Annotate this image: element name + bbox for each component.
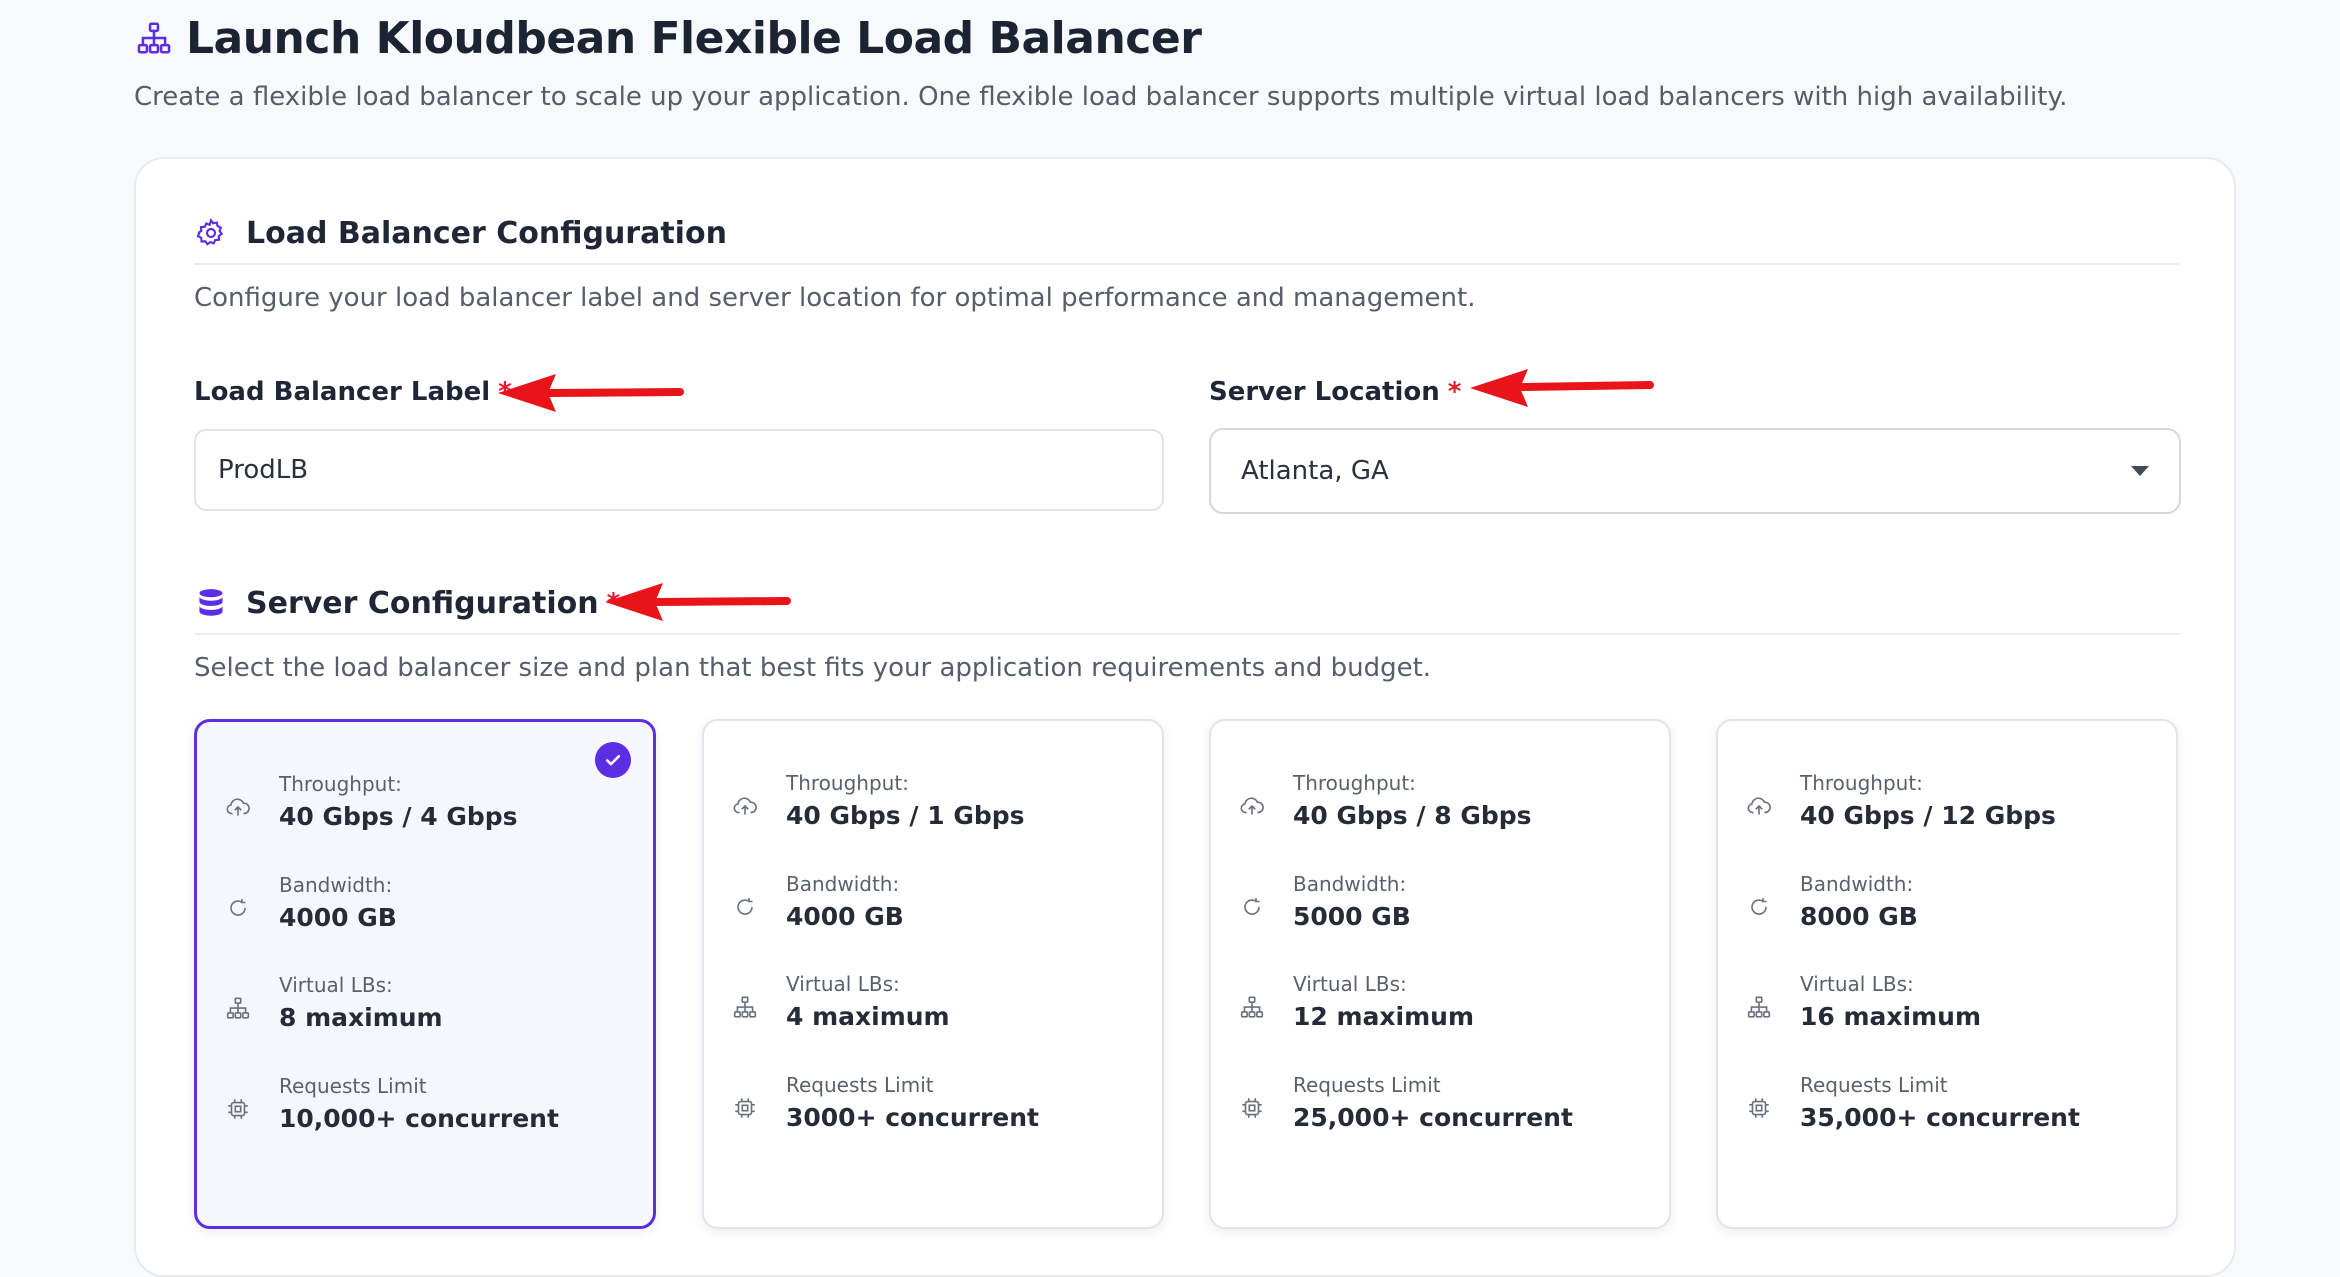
requests-limit-label: Requests Limit xyxy=(1293,1073,1441,1097)
bandwidth-label: Bandwidth: xyxy=(1800,872,1914,896)
plan-options: Throughput: 40 Gbps / 4 Gbps Bandwidth: … xyxy=(194,719,2184,1239)
bandwidth-value: 8000 GB xyxy=(1800,902,1918,931)
virtual-lbs-spec: Virtual LBs: 8 maximum xyxy=(197,973,653,1053)
server-location-field-label: Server Location * xyxy=(1209,377,1461,407)
plan-card[interactable]: Throughput: 40 Gbps / 1 Gbps Bandwidth: … xyxy=(702,719,1164,1229)
chevron-down-icon xyxy=(2131,466,2149,476)
network-icon xyxy=(732,994,758,1020)
virtual-lbs-value: 8 maximum xyxy=(279,1003,443,1032)
refresh-icon xyxy=(1746,894,1772,920)
bandwidth-label: Bandwidth: xyxy=(786,872,900,896)
cpu-icon xyxy=(225,1096,251,1122)
requests-limit-spec: Requests Limit 25,000+ concurrent xyxy=(1211,1073,1669,1153)
bandwidth-spec: Bandwidth: 5000 GB xyxy=(1211,872,1669,952)
virtual-lbs-value: 12 maximum xyxy=(1293,1002,1475,1031)
lb-label-input[interactable] xyxy=(194,429,1164,511)
refresh-icon xyxy=(1239,894,1265,920)
requests-limit-value: 25,000+ concurrent xyxy=(1293,1103,1573,1132)
annotation-arrow xyxy=(1470,369,1654,407)
refresh-icon xyxy=(732,894,758,920)
annotation-arrow xyxy=(498,374,684,412)
network-icon xyxy=(134,18,174,58)
throughput-spec: Throughput: 40 Gbps / 8 Gbps xyxy=(1211,771,1669,851)
network-icon xyxy=(1746,994,1772,1020)
bandwidth-value: 5000 GB xyxy=(1293,902,1411,931)
bandwidth-label: Bandwidth: xyxy=(1293,872,1407,896)
requests-limit-spec: Requests Limit 3000+ concurrent xyxy=(704,1073,1162,1153)
bandwidth-spec: Bandwidth: 4000 GB xyxy=(704,872,1162,952)
throughput-value: 40 Gbps / 8 Gbps xyxy=(1293,801,1532,830)
server-config-description: Select the load balancer size and plan t… xyxy=(194,653,1432,683)
virtual-lbs-label: Virtual LBs: xyxy=(786,972,900,996)
virtual-lbs-label: Virtual LBs: xyxy=(1800,972,1914,996)
throughput-label: Throughput: xyxy=(1800,771,1923,795)
virtual-lbs-label: Virtual LBs: xyxy=(1293,972,1407,996)
gear-icon xyxy=(194,216,228,250)
network-icon xyxy=(225,995,251,1021)
page-header: Launch Kloudbean Flexible Load Balancer … xyxy=(134,12,2234,113)
virtual-lbs-value: 4 maximum xyxy=(786,1002,950,1031)
throughput-spec: Throughput: 40 Gbps / 4 Gbps xyxy=(197,772,653,852)
throughput-label: Throughput: xyxy=(786,771,909,795)
server-location-select[interactable]: Atlanta, GA xyxy=(1209,428,2181,514)
server-location-value: Atlanta, GA xyxy=(1241,456,1389,486)
refresh-icon xyxy=(225,895,251,921)
network-icon xyxy=(1239,994,1265,1020)
annotation-arrow xyxy=(605,583,791,621)
page-subtitle: Create a flexible load balancer to scale… xyxy=(134,82,2068,112)
cloud-upload-icon xyxy=(1746,793,1772,819)
bandwidth-spec: Bandwidth: 4000 GB xyxy=(197,873,653,953)
throughput-value: 40 Gbps / 1 Gbps xyxy=(786,801,1025,830)
server-location-label-text: Server Location xyxy=(1209,377,1440,407)
cloud-upload-icon xyxy=(225,794,251,820)
title-row: Launch Kloudbean Flexible Load Balancer xyxy=(134,12,2234,64)
plan-card[interactable]: Throughput: 40 Gbps / 12 Gbps Bandwidth:… xyxy=(1716,719,2178,1229)
requests-limit-value: 35,000+ concurrent xyxy=(1800,1103,2080,1132)
cpu-icon xyxy=(1239,1095,1265,1121)
throughput-value: 40 Gbps / 12 Gbps xyxy=(1800,801,2056,830)
throughput-spec: Throughput: 40 Gbps / 1 Gbps xyxy=(704,771,1162,851)
lb-config-title: Load Balancer Configuration xyxy=(246,215,727,251)
lb-label-text: Load Balancer Label xyxy=(194,377,491,407)
config-card: Load Balancer Configuration Configure yo… xyxy=(134,157,2236,1277)
requests-limit-value: 10,000+ concurrent xyxy=(279,1104,559,1133)
virtual-lbs-spec: Virtual LBs: 12 maximum xyxy=(1211,972,1669,1052)
requests-limit-value: 3000+ concurrent xyxy=(786,1103,1040,1132)
cpu-icon xyxy=(732,1095,758,1121)
throughput-value: 40 Gbps / 4 Gbps xyxy=(279,802,518,831)
bandwidth-value: 4000 GB xyxy=(279,903,397,932)
virtual-lbs-spec: Virtual LBs: 4 maximum xyxy=(704,972,1162,1052)
server-config-header: Server Configuration * xyxy=(194,573,2180,635)
bandwidth-value: 4000 GB xyxy=(786,902,904,931)
page-title: Launch Kloudbean Flexible Load Balancer xyxy=(186,12,1202,64)
requests-limit-spec: Requests Limit 35,000+ concurrent xyxy=(1718,1073,2176,1153)
lb-config-header: Load Balancer Configuration xyxy=(194,203,2180,265)
cpu-icon xyxy=(1746,1095,1772,1121)
virtual-lbs-value: 16 maximum xyxy=(1800,1002,1982,1031)
virtual-lbs-label: Virtual LBs: xyxy=(279,973,393,997)
throughput-label: Throughput: xyxy=(1293,771,1416,795)
cloud-upload-icon xyxy=(732,793,758,819)
plan-card[interactable]: Throughput: 40 Gbps / 8 Gbps Bandwidth: … xyxy=(1209,719,1671,1229)
requests-limit-label: Requests Limit xyxy=(1800,1073,1948,1097)
bandwidth-spec: Bandwidth: 8000 GB xyxy=(1718,872,2176,952)
virtual-lbs-spec: Virtual LBs: 16 maximum xyxy=(1718,972,2176,1052)
lb-label-field-label: Load Balancer Label * xyxy=(194,377,512,407)
requests-limit-label: Requests Limit xyxy=(279,1074,427,1098)
requests-limit-label: Requests Limit xyxy=(786,1073,934,1097)
database-icon xyxy=(194,586,228,620)
throughput-spec: Throughput: 40 Gbps / 12 Gbps xyxy=(1718,771,2176,851)
throughput-label: Throughput: xyxy=(279,772,402,796)
cloud-upload-icon xyxy=(1239,793,1265,819)
bandwidth-label: Bandwidth: xyxy=(279,873,393,897)
lb-config-description: Configure your load balancer label and s… xyxy=(194,283,1476,313)
required-marker: * xyxy=(1447,377,1462,407)
server-config-title: Server Configuration xyxy=(246,585,599,621)
requests-limit-spec: Requests Limit 10,000+ concurrent xyxy=(197,1074,653,1154)
plan-card[interactable]: Throughput: 40 Gbps / 4 Gbps Bandwidth: … xyxy=(194,719,656,1229)
